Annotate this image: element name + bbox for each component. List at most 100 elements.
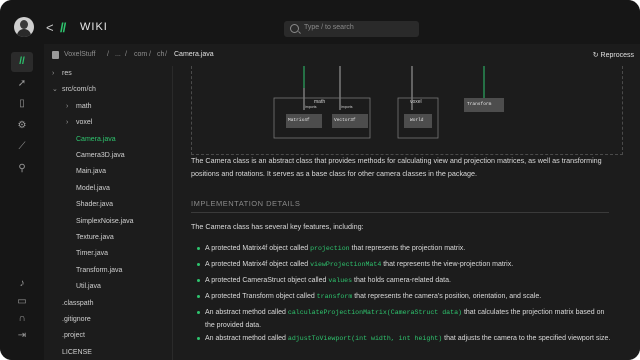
breadcrumb-item[interactable]: VoxelStuff: [64, 51, 95, 58]
tree-item[interactable]: .classpath: [44, 296, 172, 312]
file-tree: › res ⌄ src/com/ch › math › voxel Camera.java Cam…: [44, 66, 173, 360]
breadcrumb-separator: /: [125, 51, 127, 58]
list-item-text: A protected Matrix4f object called proje…: [205, 242, 613, 255]
bullet-icon: [197, 263, 200, 266]
bullet-icon: [197, 279, 200, 282]
tree-item-label: Shader.java: [76, 201, 113, 209]
list-item-text: An abstract method called adjustToViewpo…: [205, 332, 613, 345]
tree-item[interactable]: Camera.java: [44, 132, 172, 148]
tree-item-label: Camera3D.java: [76, 152, 125, 159]
tree-item-label: SimplexNoise.java: [76, 217, 134, 225]
list-text: that represents the view-projection matr…: [381, 261, 514, 268]
tree-item[interactable]: ⌄ src/com/ch: [44, 82, 172, 98]
code-identifier: values: [328, 277, 353, 284]
avatar[interactable]: [14, 17, 34, 37]
tree-item[interactable]: Timer.java: [44, 246, 172, 262]
rail-rocket-icon[interactable]: ➚: [11, 74, 33, 94]
breadcrumb-separator: /: [165, 51, 167, 58]
search-placeholder: Type / to search: [304, 24, 354, 31]
tree-item[interactable]: Main.java: [44, 164, 172, 180]
tree-item-label: math: [76, 102, 92, 110]
tree-item[interactable]: Util.java: [44, 279, 172, 295]
top-bar: < // WIKI Type / to search: [0, 0, 640, 44]
group-label-voxel: voxel: [410, 99, 422, 105]
breadcrumb-separator: /: [107, 51, 109, 58]
list-item-text: A protected Transform object called tran…: [205, 290, 613, 303]
tree-item-label: voxel: [76, 119, 93, 127]
bullet-icon: [197, 337, 200, 340]
tree-item[interactable]: SimplexNoise.java: [44, 214, 172, 230]
refresh-icon: ↻: [592, 52, 601, 59]
tree-item[interactable]: LICENSE: [44, 345, 172, 360]
rail-wiki-icon[interactable]: //: [11, 52, 33, 72]
diagram-svg: [273, 66, 504, 139]
rail-bell-icon[interactable]: ♪: [11, 274, 33, 294]
list-text: A protected CameraStruct object called: [205, 277, 329, 284]
file-icon: [52, 51, 59, 59]
node-label: Matrix4f: [288, 118, 310, 123]
code-identifier: projection: [310, 245, 350, 252]
tree-item[interactable]: › math: [44, 99, 172, 115]
bullet-icon: [197, 295, 200, 298]
tree-item-label: Timer.java: [76, 250, 109, 258]
tree-item-label: .classpath: [62, 299, 94, 307]
tree-item[interactable]: Shader.java: [44, 197, 172, 213]
tree-item-label: Transform.java: [76, 266, 123, 274]
tree-item-label: Util.java: [76, 283, 101, 291]
rail-logout-icon[interactable]: ⇥: [11, 326, 33, 346]
list-text: A protected Transform object called: [205, 293, 317, 300]
edge-label: imports: [305, 105, 317, 109]
rail-chart-icon[interactable]: ⟋: [11, 137, 33, 157]
tree-item-label: Main.java: [76, 168, 106, 176]
bullet-icon: [197, 247, 200, 250]
tree-item-label: Texture.java: [76, 234, 114, 241]
breadcrumb-separator: /: [149, 51, 151, 58]
tree-item[interactable]: › res: [44, 66, 172, 82]
tree-item[interactable]: Camera3D.java: [44, 148, 172, 164]
list-text: A protected Matrix4f object called: [205, 245, 311, 252]
tree-item[interactable]: .project: [44, 328, 172, 344]
list-text: that represents the projection matrix.: [349, 245, 466, 252]
node-label: Transform: [467, 102, 492, 107]
tree-item-label: src/com/ch: [62, 86, 96, 94]
bullet-icon: [197, 311, 200, 314]
list-item-text: An abstract method called calculateProje…: [205, 306, 613, 332]
node-label: World: [410, 118, 424, 123]
back-arrow-icon[interactable]: <: [46, 21, 54, 35]
reprocess-button[interactable]: ↻ Reprocess: [593, 51, 634, 59]
search-input[interactable]: Type / to search: [284, 21, 419, 37]
tree-item-label: .project: [62, 332, 85, 340]
breadcrumb: VoxelStuff / ... / com / ch / Camera.jav…: [44, 44, 640, 67]
tree-item-label: res: [62, 70, 72, 77]
rail-book-icon[interactable]: ▯: [11, 94, 33, 114]
rail-settings-icon[interactable]: ⚙: [11, 116, 33, 136]
intro-paragraph: The Camera class is an abstract class th…: [191, 156, 602, 178]
breadcrumb-current: Camera.java: [174, 51, 214, 58]
breadcrumb-item[interactable]: com: [134, 51, 147, 58]
search-icon: [290, 24, 299, 33]
list-text: An abstract method called: [205, 309, 288, 316]
chevron-right-icon[interactable]: ›: [66, 99, 68, 115]
reprocess-label: Reprocess: [600, 52, 634, 59]
app-window: < // WIKI Type / to search // ➚ ▯ ⚙ ⟋ ⚲ …: [0, 0, 640, 360]
tree-item-label: LICENSE: [62, 348, 92, 356]
code-identifier: adjustToViewport(int width, int height): [287, 335, 443, 342]
tree-item[interactable]: Model.java: [44, 181, 172, 197]
chevron-right-icon[interactable]: ›: [52, 66, 54, 82]
chevron-down-icon[interactable]: ⌄: [52, 82, 58, 98]
list-item-text: A protected Matrix4f object called viewP…: [205, 258, 613, 271]
tree-item[interactable]: › voxel: [44, 115, 172, 131]
tree-item[interactable]: Transform.java: [44, 263, 172, 279]
code-identifier: calculateProjectionMatrix(CameraStruct d…: [287, 309, 462, 316]
list-text: that holds camera-related data.: [352, 277, 451, 284]
tree-item[interactable]: .gitignore: [44, 312, 172, 328]
tree-item[interactable]: Texture.java: [44, 230, 172, 246]
wiki-logo-icon: //: [60, 20, 66, 35]
breadcrumb-item[interactable]: ...: [115, 51, 121, 58]
rail-hierarchy-icon[interactable]: ⚲: [11, 159, 33, 179]
breadcrumb-item[interactable]: ch: [157, 51, 164, 58]
section-intro: The Camera class has several key feature…: [191, 222, 364, 231]
chevron-right-icon[interactable]: ›: [66, 115, 68, 131]
code-identifier: transform: [316, 293, 353, 300]
tree-item-label: Model.java: [76, 184, 110, 192]
